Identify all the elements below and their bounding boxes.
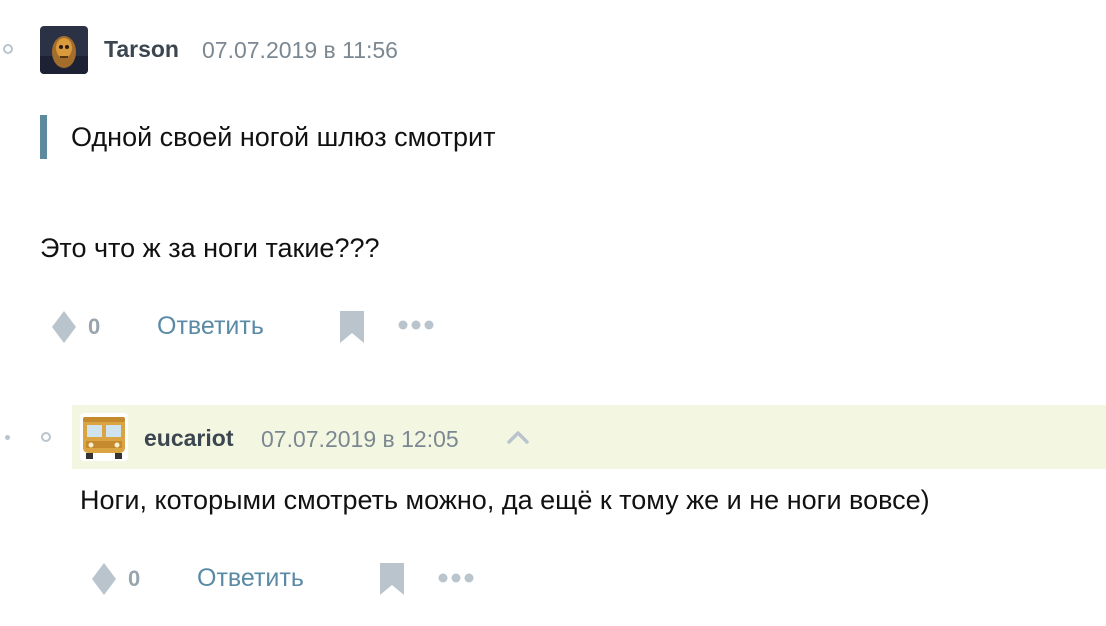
avatar[interactable] bbox=[40, 26, 88, 74]
comment-time[interactable]: 07.07.2019 в 11:56 bbox=[202, 37, 398, 64]
bookmark-icon[interactable] bbox=[380, 563, 404, 595]
chevron-up-icon[interactable] bbox=[506, 429, 530, 445]
reply-button[interactable]: Ответить bbox=[157, 312, 264, 341]
comment-author[interactable]: eucariot bbox=[144, 425, 233, 452]
vote-count: 0 bbox=[88, 314, 101, 339]
rhombus-icon[interactable] bbox=[92, 563, 116, 595]
thread-line-dot-icon bbox=[5, 435, 10, 440]
avatar[interactable] bbox=[80, 413, 128, 461]
comment-text: Это что ж за ноги такие??? bbox=[40, 233, 380, 263]
reply-button[interactable]: Ответить bbox=[197, 564, 304, 593]
bookmark-icon[interactable] bbox=[340, 311, 364, 343]
thread-marker-icon bbox=[41, 432, 51, 442]
more-dots-icon[interactable] bbox=[438, 573, 474, 583]
more-dots-icon[interactable] bbox=[398, 320, 434, 330]
comment-text: Ноги, которыми смотреть можно, да ещё к … bbox=[80, 485, 930, 515]
quote-text: Одной своей ногой шлюз смотрит bbox=[71, 122, 496, 152]
rhombus-icon[interactable] bbox=[52, 311, 76, 343]
comment-author[interactable]: Tarson bbox=[104, 36, 179, 63]
quote-bar bbox=[40, 115, 47, 159]
comment-time[interactable]: 07.07.2019 в 12:05 bbox=[261, 426, 459, 453]
vote-count: 0 bbox=[128, 566, 141, 591]
thread-marker-icon bbox=[3, 44, 13, 54]
